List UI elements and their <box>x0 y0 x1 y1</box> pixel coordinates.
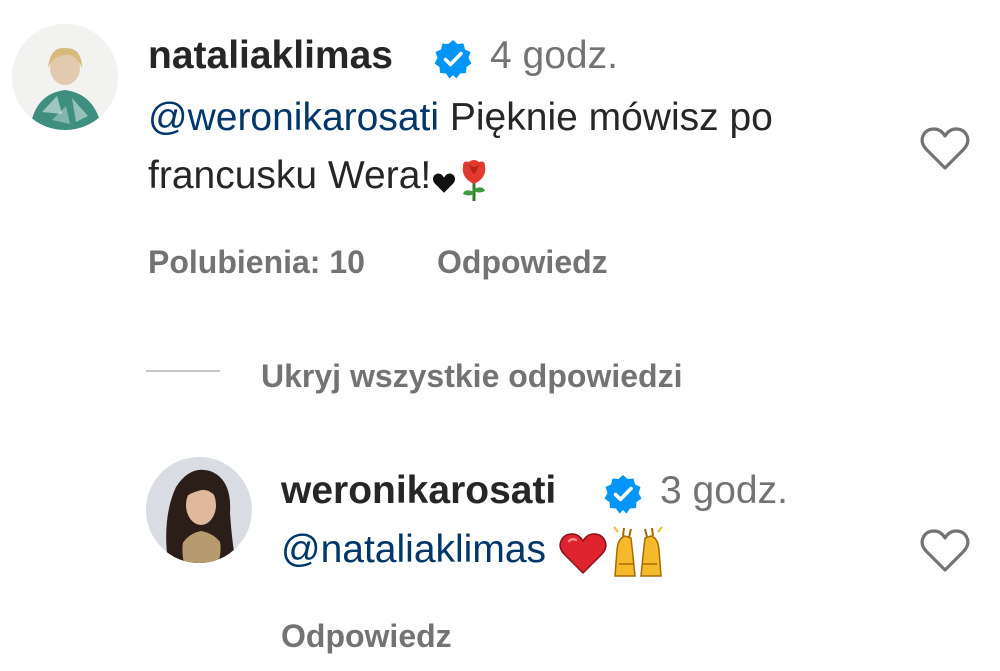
comment-thread: nataliaklimas 4 godz. @weronikarosati Pi… <box>0 0 1000 671</box>
comment-text-line1: Pięknie mówisz po <box>439 96 773 139</box>
comment-username[interactable]: nataliaklimas <box>148 34 393 78</box>
comment-timestamp[interactable]: 4 godz. <box>490 34 618 78</box>
reply-timestamp[interactable]: 3 godz. <box>660 469 788 513</box>
reply-text: @nataliaklimas <box>281 521 667 585</box>
avatar[interactable] <box>146 457 252 563</box>
rose-icon <box>457 153 491 211</box>
mention-link[interactable]: @nataliaklimas <box>281 528 546 571</box>
reply-button[interactable]: Odpowiedz <box>281 618 452 655</box>
verified-badge-icon <box>433 39 473 79</box>
verified-badge-icon <box>603 474 643 514</box>
replies-divider <box>146 370 220 372</box>
raising-hands-icon <box>609 526 667 585</box>
avatar[interactable] <box>12 24 118 130</box>
mention-link[interactable]: @weronikarosati <box>148 96 439 139</box>
comment-text-line2: francusku Wera! <box>148 154 432 197</box>
likes-count[interactable]: Polubienia: 10 <box>148 244 365 281</box>
like-heart-icon[interactable] <box>919 126 971 172</box>
reply-username[interactable]: weronikarosati <box>281 469 556 513</box>
black-heart-icon <box>431 153 457 211</box>
comment-text: @weronikarosati Pięknie mówisz po francu… <box>148 89 908 211</box>
red-heart-icon <box>557 527 609 585</box>
hide-replies-button[interactable]: Ukryj wszystkie odpowiedzi <box>261 358 682 395</box>
reply-button[interactable]: Odpowiedz <box>437 244 608 281</box>
like-heart-icon[interactable] <box>919 528 971 574</box>
